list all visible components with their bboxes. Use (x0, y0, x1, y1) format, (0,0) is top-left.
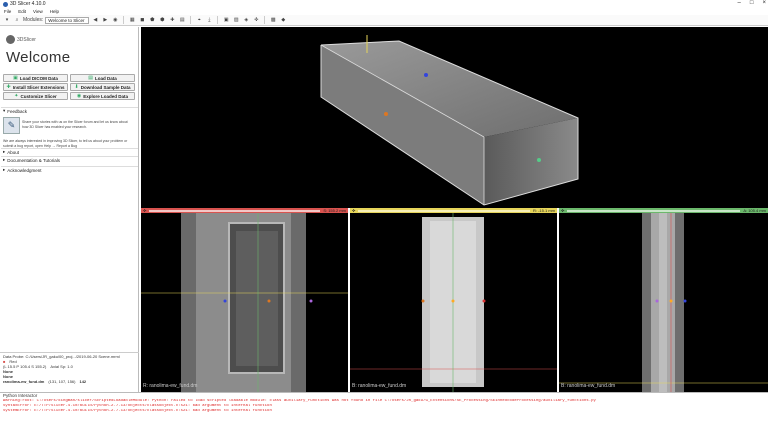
crosshair-icon[interactable]: ⌖ (195, 16, 203, 24)
green-slice-label: B: ranolima-ew_fund.dm (561, 383, 616, 389)
window-controls: – □ × (738, 0, 766, 6)
extension-icon[interactable]: ▩ (269, 16, 277, 24)
menu-view[interactable]: View (33, 9, 43, 14)
page-title: Welcome (6, 49, 71, 66)
markups-icon[interactable]: ✚ (168, 16, 176, 24)
volume-render (320, 35, 579, 206)
fiducial-point[interactable] (537, 158, 541, 162)
data-probe: Data Probe: C:/Users/JR_gaku/00_proj.../… (0, 352, 139, 392)
yellow-slice-slider[interactable] (358, 209, 530, 212)
extension-icon: ✚ (6, 84, 11, 90)
folder-icon: ▤ (88, 75, 93, 81)
segment-icon[interactable]: ▤ (178, 16, 186, 24)
green-slice-slider[interactable] (567, 209, 741, 212)
expand-icon: ▸ (3, 167, 6, 172)
toolbar-separator (190, 16, 192, 24)
slicer-logo-icon (3, 1, 8, 7)
title-bar: 3D Slicer 4.10.0 – □ × (0, 0, 768, 8)
view-layout-icon[interactable]: ▧ (232, 16, 240, 24)
probe-value: 142 (79, 379, 87, 384)
slicer-logo-icon (6, 35, 15, 44)
menu-bar: File Edit View Help (0, 8, 768, 15)
gear-icon: ✦ (14, 93, 19, 99)
python-output-line: SystemError: E:/TTP/Slicer-4.10/build/Py… (3, 409, 272, 413)
volume-icon[interactable]: ◼ (138, 16, 146, 24)
load-dicom-button[interactable]: ▣ Load DICOM Data (3, 74, 68, 82)
red-slice-image (141, 213, 348, 392)
green-slice-image (559, 213, 768, 392)
menu-file[interactable]: File (4, 9, 11, 14)
load-data-button[interactable]: ▤ Load Data (70, 74, 135, 82)
back-icon[interactable]: ◀ (91, 16, 99, 24)
toolbar-separator (217, 16, 219, 24)
download-sample-button[interactable]: ⬇ Download Sample Data (70, 83, 135, 91)
explore-data-button[interactable]: ◉ Explore Loaded Data (70, 92, 135, 100)
record-icon[interactable]: ◈ (242, 16, 250, 24)
fiducial-point[interactable] (384, 112, 388, 116)
module-panel: 3DSlicer Welcome ▣ Load DICOM Data ▤ Load … (0, 27, 139, 392)
probe-header[interactable]: Data Probe: C:/Users/JR_gaku/00_proj.../… (3, 354, 136, 359)
menu-edit[interactable]: Edit (18, 9, 26, 14)
minimize-icon[interactable]: – (738, 0, 741, 6)
maximize-icon[interactable]: □ (750, 0, 754, 6)
download-icon: ⬇ (74, 84, 79, 90)
toolbar-separator (123, 16, 125, 24)
forward-icon[interactable]: ▶ (101, 16, 109, 24)
dropdown-icon[interactable]: ▾ (3, 16, 11, 24)
models-icon[interactable]: ⬟ (148, 16, 156, 24)
probe-volume: ranolima-ew_fund.dm (3, 379, 45, 384)
collapse-icon: ▾ (3, 108, 6, 113)
layout-icon[interactable]: ▦ (128, 16, 136, 24)
menu-help[interactable]: Help (50, 9, 59, 14)
fiducial-point[interactable] (424, 73, 428, 77)
probe-axial: Axial Sp: 1.0 (50, 364, 73, 369)
python-icon[interactable]: ◆ (279, 16, 287, 24)
customize-button[interactable]: ✦ Customize Slicer (3, 92, 68, 100)
section-feedback[interactable]: ▾ Feedback (1, 107, 138, 114)
modules-label: Modules: (23, 17, 44, 23)
red-slice-view[interactable]: R: ranolima-ew_fund.dm (141, 213, 348, 392)
feedback-text-bug: We are always interested in improving 3D… (3, 139, 128, 148)
3d-view[interactable] (141, 27, 768, 208)
green-slice-view[interactable]: B: ranolima-ew_fund.dm (559, 213, 768, 392)
probe-voxel: (131, 107, 156) (48, 379, 76, 384)
section-documentation[interactable]: ▸ Documentation & Tutorials (1, 156, 138, 163)
red-slice-slider[interactable] (149, 209, 321, 212)
slicer-brand: 3DSlicer (6, 35, 36, 44)
expand-icon: ▸ (3, 149, 6, 154)
section-about[interactable]: ▸ About (1, 148, 138, 155)
module-selector[interactable]: Welcome to Slicer (45, 16, 90, 24)
install-extensions-button[interactable]: ✚ Install Slicer Extensions (3, 83, 68, 91)
yellow-slice-label: B: ranolima-ew_fund.dm (352, 383, 407, 389)
ruler-icon[interactable]: ⤓ (205, 16, 213, 24)
toolbar-separator (264, 16, 266, 24)
feedback-icon: ✎ (3, 117, 20, 134)
pin-icon[interactable]: ✜ (252, 16, 260, 24)
feedback-text: Share your stories with us on the Slicer… (22, 120, 128, 129)
search-icon[interactable]: ⌕ (13, 16, 21, 24)
python-interactor[interactable]: Python Interactor Warning:root: C:/Users… (0, 392, 768, 432)
explore-icon: ◉ (76, 93, 82, 99)
toolbar: ▾ ⌕ Modules: Welcome to Slicer ◀ ▶ ◉ ▦ ◼… (0, 15, 768, 26)
yellow-slice-view[interactable]: B: ranolima-ew_fund.dm (350, 213, 557, 392)
logo-text: 3DSlicer (17, 36, 36, 43)
home-icon[interactable]: ◉ (111, 16, 119, 24)
transforms-icon[interactable]: ⬢ (158, 16, 166, 24)
expand-icon: ▸ (3, 157, 6, 162)
dicom-icon: ▣ (13, 75, 18, 81)
yellow-slice-image (350, 213, 557, 392)
section-acknowledgment[interactable]: ▸ Acknowledgment (1, 166, 138, 173)
screenshot-icon[interactable]: ▣ (222, 16, 230, 24)
window-title: 3D Slicer 4.10.0 (10, 1, 46, 7)
close-icon[interactable]: × (762, 0, 766, 6)
red-slice-label: R: ranolima-ew_fund.dm (143, 383, 198, 389)
